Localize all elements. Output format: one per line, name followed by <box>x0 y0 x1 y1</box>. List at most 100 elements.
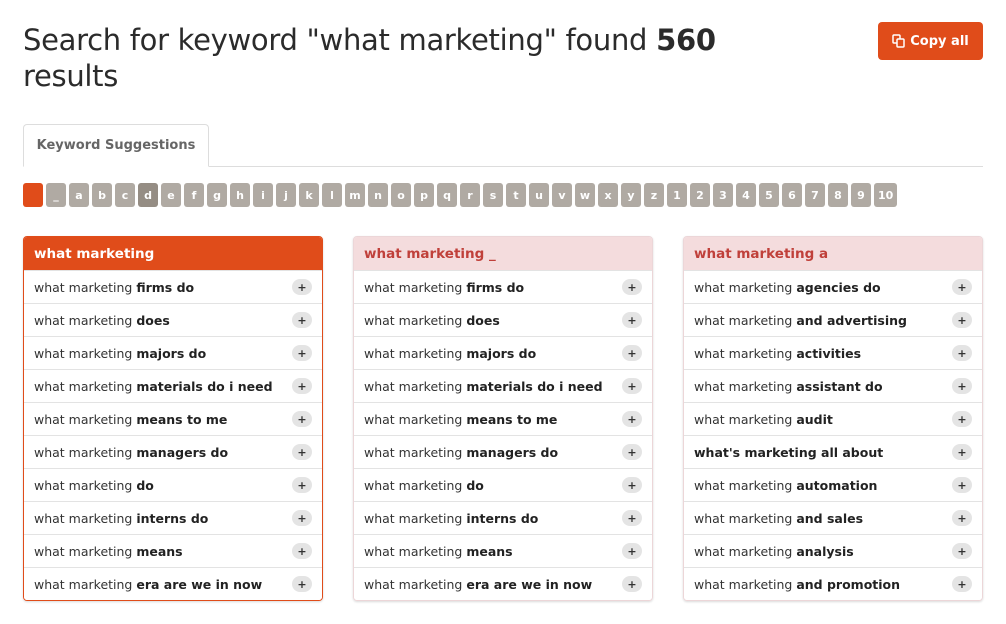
add-keyword-button[interactable]: + <box>622 510 642 526</box>
keyword-row[interactable]: what marketing and promotion + <box>684 567 982 600</box>
letter-filter-l[interactable]: l <box>322 183 342 207</box>
letter-filter-y[interactable]: y <box>621 183 641 207</box>
keyword-row[interactable]: what marketing do + <box>24 468 322 501</box>
letter-filter-h[interactable]: h <box>230 183 250 207</box>
add-keyword-button[interactable]: + <box>622 345 642 361</box>
keyword-row[interactable]: what marketing era are we in now + <box>354 567 652 600</box>
add-keyword-button[interactable]: + <box>292 279 312 295</box>
letter-filter-n[interactable]: n <box>368 183 388 207</box>
letter-filter-9[interactable]: 9 <box>851 183 871 207</box>
keyword-row[interactable]: what marketing means to me + <box>24 402 322 435</box>
column-heading[interactable]: what marketing _ <box>354 237 652 270</box>
keyword-row[interactable]: what marketing majors do + <box>354 336 652 369</box>
add-keyword-button[interactable]: + <box>292 510 312 526</box>
keyword-row[interactable]: what marketing automation + <box>684 468 982 501</box>
keyword-row[interactable]: what marketing and sales + <box>684 501 982 534</box>
keyword-row[interactable]: what marketing means + <box>354 534 652 567</box>
keyword-row[interactable]: what marketing does + <box>354 303 652 336</box>
letter-filter-e[interactable]: e <box>161 183 181 207</box>
add-keyword-button[interactable]: + <box>952 279 972 295</box>
add-keyword-button[interactable]: + <box>952 345 972 361</box>
add-keyword-button[interactable]: + <box>292 378 312 394</box>
letter-filter-7[interactable]: 7 <box>805 183 825 207</box>
keyword-row[interactable]: what's marketing all about + <box>684 435 982 468</box>
letter-filter-m[interactable]: m <box>345 183 365 207</box>
add-keyword-button[interactable]: + <box>952 378 972 394</box>
column-heading[interactable]: what marketing <box>24 237 322 270</box>
letter-filter-2[interactable]: 2 <box>690 183 710 207</box>
add-keyword-button[interactable]: + <box>952 312 972 328</box>
letter-filter-j[interactable]: j <box>276 183 296 207</box>
keyword-row[interactable]: what marketing interns do + <box>354 501 652 534</box>
add-keyword-button[interactable]: + <box>952 444 972 460</box>
letter-filter-b[interactable]: b <box>92 183 112 207</box>
keyword-row[interactable]: what marketing activities + <box>684 336 982 369</box>
letter-filter-x[interactable]: x <box>598 183 618 207</box>
letter-filter-all[interactable] <box>23 183 43 207</box>
letter-filter-g[interactable]: g <box>207 183 227 207</box>
letter-filter-t[interactable]: t <box>506 183 526 207</box>
letter-filter-d[interactable]: d <box>138 183 158 207</box>
keyword-row[interactable]: what marketing agencies do + <box>684 270 982 303</box>
keyword-row[interactable]: what marketing means + <box>24 534 322 567</box>
keyword-row[interactable]: what marketing audit + <box>684 402 982 435</box>
keyword-row[interactable]: what marketing firms do + <box>24 270 322 303</box>
keyword-row[interactable]: what marketing materials do i need + <box>24 369 322 402</box>
letter-filter-a[interactable]: a <box>69 183 89 207</box>
keyword-row[interactable]: what marketing do + <box>354 468 652 501</box>
tab-keyword-suggestions[interactable]: Keyword Suggestions <box>23 124 209 167</box>
letter-filter-u[interactable]: u <box>529 183 549 207</box>
add-keyword-button[interactable]: + <box>952 543 972 559</box>
add-keyword-button[interactable]: + <box>622 576 642 592</box>
add-keyword-button[interactable]: + <box>952 510 972 526</box>
letter-filter-v[interactable]: v <box>552 183 572 207</box>
letter-filter-c[interactable]: c <box>115 183 135 207</box>
keyword-row[interactable]: what marketing assistant do + <box>684 369 982 402</box>
add-keyword-button[interactable]: + <box>622 444 642 460</box>
keyword-row[interactable]: what marketing means to me + <box>354 402 652 435</box>
letter-filter-q[interactable]: q <box>437 183 457 207</box>
letter-filter-p[interactable]: p <box>414 183 434 207</box>
letter-filter-r[interactable]: r <box>460 183 480 207</box>
letter-filter-5[interactable]: 5 <box>759 183 779 207</box>
keyword-row[interactable]: what marketing and advertising + <box>684 303 982 336</box>
add-keyword-button[interactable]: + <box>622 279 642 295</box>
letter-filter-i[interactable]: i <box>253 183 273 207</box>
column-heading[interactable]: what marketing a <box>684 237 982 270</box>
add-keyword-button[interactable]: + <box>952 411 972 427</box>
keyword-row[interactable]: what marketing managers do + <box>354 435 652 468</box>
keyword-row[interactable]: what marketing analysis + <box>684 534 982 567</box>
letter-filter-8[interactable]: 8 <box>828 183 848 207</box>
keyword-row[interactable]: what marketing era are we in now + <box>24 567 322 600</box>
add-keyword-button[interactable]: + <box>622 411 642 427</box>
add-keyword-button[interactable]: + <box>952 576 972 592</box>
add-keyword-button[interactable]: + <box>292 312 312 328</box>
add-keyword-button[interactable]: + <box>292 543 312 559</box>
add-keyword-button[interactable]: + <box>952 477 972 493</box>
keyword-row[interactable]: what marketing materials do i need + <box>354 369 652 402</box>
add-keyword-button[interactable]: + <box>292 411 312 427</box>
letter-filter-o[interactable]: o <box>391 183 411 207</box>
keyword-row[interactable]: what marketing managers do + <box>24 435 322 468</box>
letter-filter-w[interactable]: w <box>575 183 595 207</box>
add-keyword-button[interactable]: + <box>622 543 642 559</box>
letter-filter-1[interactable]: 1 <box>667 183 687 207</box>
add-keyword-button[interactable]: + <box>292 477 312 493</box>
letter-filter-10[interactable]: 10 <box>874 183 898 207</box>
keyword-row[interactable]: what marketing does + <box>24 303 322 336</box>
add-keyword-button[interactable]: + <box>622 378 642 394</box>
add-keyword-button[interactable]: + <box>292 345 312 361</box>
keyword-row[interactable]: what marketing majors do + <box>24 336 322 369</box>
letter-filter-6[interactable]: 6 <box>782 183 802 207</box>
letter-filter-underscore[interactable]: _ <box>46 183 66 207</box>
letter-filter-f[interactable]: f <box>184 183 204 207</box>
add-keyword-button[interactable]: + <box>292 444 312 460</box>
letter-filter-4[interactable]: 4 <box>736 183 756 207</box>
add-keyword-button[interactable]: + <box>622 312 642 328</box>
keyword-row[interactable]: what marketing interns do + <box>24 501 322 534</box>
copy-all-button[interactable]: Copy all <box>878 22 983 60</box>
letter-filter-z[interactable]: z <box>644 183 664 207</box>
keyword-row[interactable]: what marketing firms do + <box>354 270 652 303</box>
letter-filter-s[interactable]: s <box>483 183 503 207</box>
add-keyword-button[interactable]: + <box>292 576 312 592</box>
